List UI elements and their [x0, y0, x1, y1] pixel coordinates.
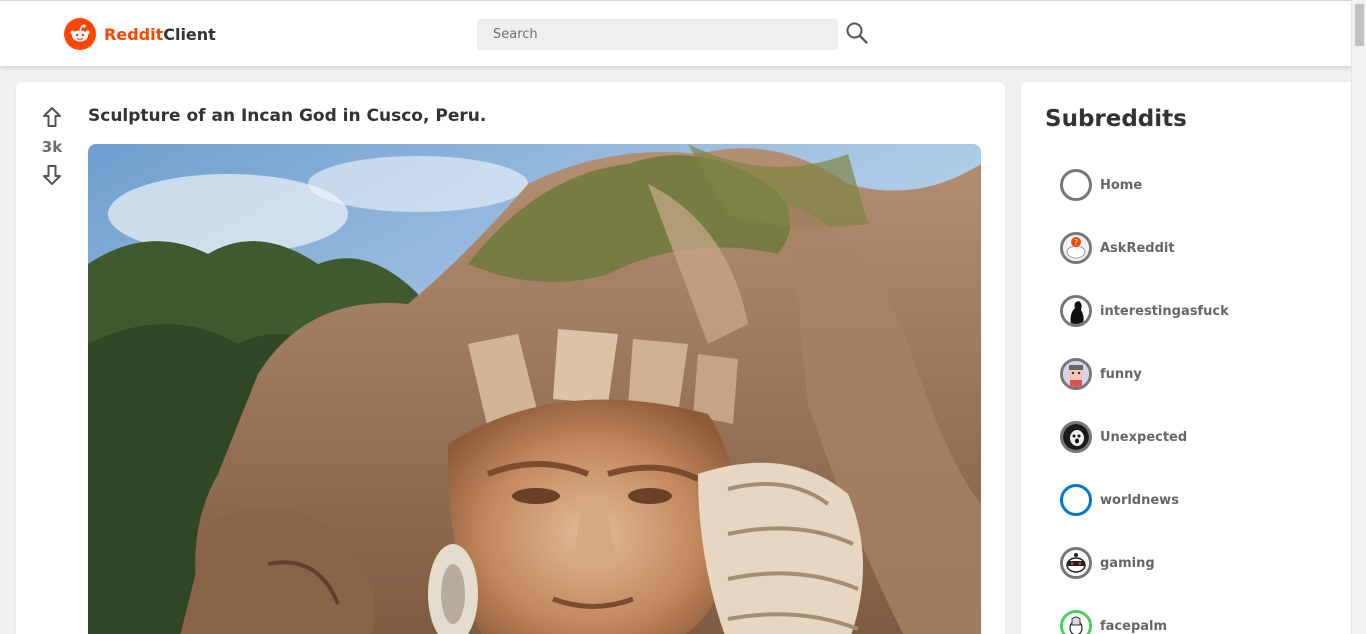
subreddit-label: interestingasfuck	[1100, 303, 1229, 319]
subreddit-label: Unexpected	[1100, 429, 1188, 445]
page-scrollbar[interactable]	[1351, 0, 1366, 634]
svg-text:?: ?	[1074, 238, 1078, 247]
subreddit-item-gaming[interactable]: gaming	[1060, 547, 1155, 579]
subreddit-item-facepalm[interactable]: facepalm	[1060, 610, 1167, 634]
askreddit-icon: ?	[1060, 232, 1092, 264]
search-icon[interactable]	[845, 21, 869, 45]
reddit-alien-icon	[64, 18, 96, 50]
empty-circle-icon	[1060, 169, 1092, 201]
search-input[interactable]	[477, 19, 838, 50]
sidebar-title: Subreddits	[1045, 106, 1187, 132]
funny-icon	[1060, 358, 1092, 390]
upvote-arrow-icon[interactable]	[42, 106, 62, 128]
subreddit-item-funny[interactable]: funny	[1060, 358, 1142, 390]
app-logo[interactable]: RedditClient	[64, 18, 216, 50]
app-name-suffix: Client	[163, 24, 216, 44]
subreddit-item-unexpected[interactable]: Unexpected	[1060, 421, 1187, 453]
downvote-arrow-icon[interactable]	[42, 164, 62, 186]
worldnews-icon	[1060, 484, 1092, 516]
subreddit-item-home[interactable]: Home	[1060, 169, 1142, 201]
post-title[interactable]: Sculpture of an Incan God in Cusco, Peru…	[88, 106, 486, 126]
subreddits-sidebar: Subreddits Home ? AskReddit interestinga…	[1021, 82, 1366, 634]
subreddit-label: funny	[1100, 366, 1142, 382]
interestingasfuck-icon	[1060, 295, 1092, 327]
vote-count: 3k	[41, 138, 63, 156]
subreddit-item-askreddit[interactable]: ? AskReddit	[1060, 232, 1175, 264]
subreddit-label: Home	[1100, 177, 1143, 193]
post-image[interactable]	[88, 144, 981, 634]
subreddit-label: facepalm	[1100, 618, 1168, 634]
subreddit-item-worldnews[interactable]: worldnews	[1060, 484, 1179, 516]
facepalm-icon	[1060, 610, 1092, 634]
app-name-brand: Reddit	[104, 24, 164, 44]
subreddit-label: gaming	[1100, 555, 1155, 571]
subreddit-item-interestingasfuck[interactable]: interestingasfuck	[1060, 295, 1229, 327]
scrollbar-thumb[interactable]	[1355, 4, 1364, 46]
unexpected-icon	[1060, 421, 1092, 453]
top-navbar: RedditClient	[0, 0, 1351, 66]
post-card: 3k Sculpture of an Incan God in Cusco, P…	[16, 82, 1005, 634]
app-name: RedditClient	[104, 25, 216, 44]
subreddit-label: AskReddit	[1100, 240, 1175, 256]
subreddit-label: worldnews	[1100, 492, 1179, 508]
gaming-icon	[1060, 547, 1092, 579]
